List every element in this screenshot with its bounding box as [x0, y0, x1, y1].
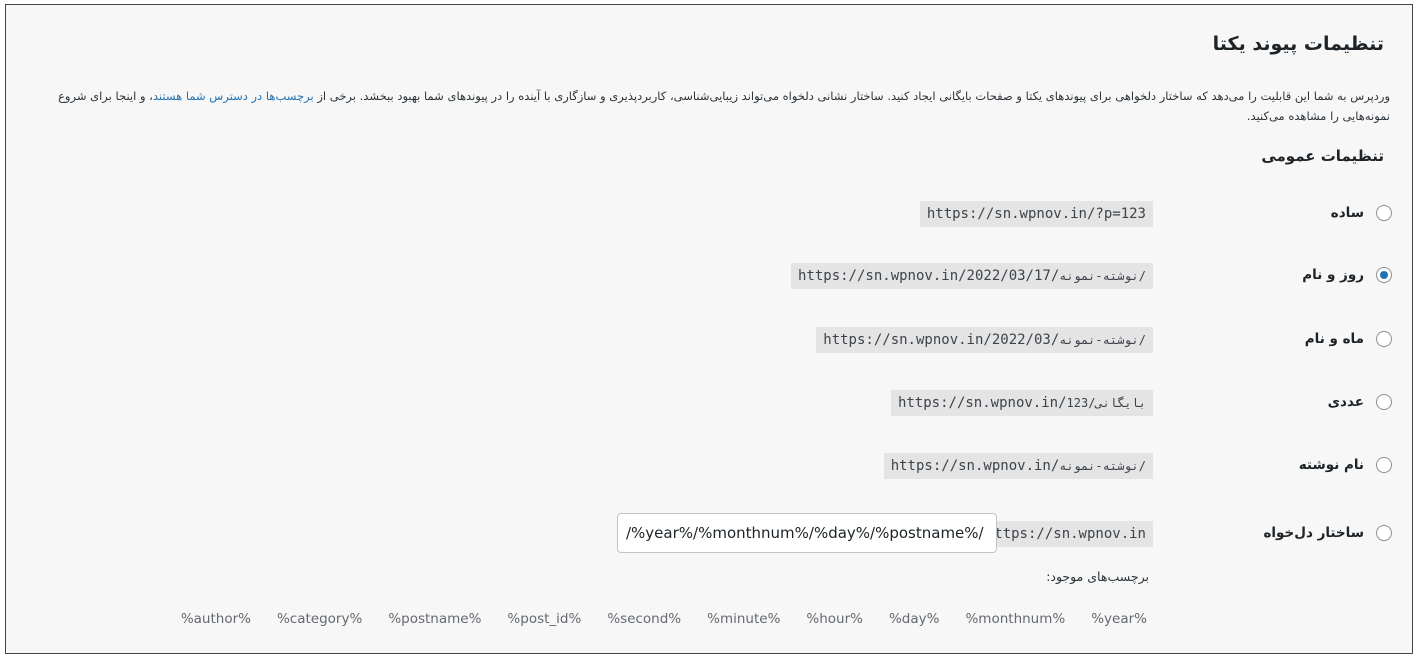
url-main: https://sn.wpnov.in — [985, 526, 1146, 542]
radio-plain[interactable] — [1376, 205, 1392, 221]
option-row-day-name: روز و نام https://sn.wpnov.in/2022/03/17… — [6, 263, 1414, 289]
option-label-plain: ساده — [1330, 205, 1364, 221]
option-row-numeric: عددی https://sn.wpnov.in/بایگانی/123 — [6, 390, 1414, 416]
radio-month-name[interactable] — [1376, 331, 1392, 347]
tag-author[interactable]: %author% — [181, 611, 251, 627]
page-title: تنظیمات پیوند یکتا — [1212, 33, 1384, 55]
page-description: وردپرس به شما این قابلیت را می‌دهد که سا… — [30, 86, 1390, 126]
example-url-post-name: https://sn.wpnov.in/نوشته-نمونه/ — [883, 453, 1153, 479]
option-label-numeric: عددی — [1327, 394, 1364, 410]
option-label-post-name: نام نوشته — [1298, 457, 1364, 473]
tag-hour[interactable]: %hour% — [806, 611, 863, 627]
option-row-month-name: ماه و نام https://sn.wpnov.in/2022/03/نو… — [6, 327, 1414, 353]
available-tags-list: %year% %monthnum% %day% %hour% %minute% %seco… — [181, 608, 1147, 627]
available-tags-link[interactable]: برچسب‌ها در دسترس شما هستند — [153, 89, 314, 103]
option-label-month-name: ماه و نام — [1304, 331, 1364, 347]
url-main: https://sn.wpnov.in/ — [890, 458, 1060, 474]
tag-day[interactable]: %day% — [889, 611, 940, 627]
option-label-custom: ساختار دل‌خواه — [1263, 525, 1364, 541]
available-tags-label: برچسب‌های موجود: — [1046, 569, 1149, 584]
radio-custom[interactable] — [1376, 525, 1392, 541]
url-sample-slug: نوشته-نمونه/ — [1059, 459, 1146, 473]
tag-category[interactable]: %category% — [277, 611, 362, 627]
option-row-post-name: نام نوشته https://sn.wpnov.in/نوشته-نمون… — [6, 453, 1414, 479]
radio-post-name[interactable] — [1376, 457, 1392, 473]
url-main: https://sn.wpnov.in/2022/03/ — [823, 332, 1060, 348]
option-label-day-name: روز و نام — [1302, 267, 1364, 283]
tag-year[interactable]: %year% — [1091, 611, 1147, 627]
example-url-day-name: https://sn.wpnov.in/2022/03/17/نوشته-نمو… — [790, 263, 1153, 289]
example-url-plain: https://sn.wpnov.in/?p=123 — [919, 201, 1153, 227]
tag-minute[interactable]: %minute% — [707, 611, 780, 627]
url-main: https://sn.wpnov.in/2022/03/17/ — [797, 268, 1060, 284]
example-url-month-name: https://sn.wpnov.in/2022/03/نوشته-نمونه/ — [816, 327, 1153, 353]
url-archive-id: بایگانی/123 — [1066, 396, 1146, 410]
permalink-settings-panel: تنظیمات پیوند یکتا وردپرس به شما این قاب… — [5, 4, 1413, 654]
tag-second[interactable]: %second% — [607, 611, 681, 627]
option-row-custom: ساختار دل‌خواه https://sn.wpnov.in — [6, 513, 1414, 553]
radio-numeric[interactable] — [1376, 394, 1392, 410]
description-text-1: وردپرس به شما این قابلیت را می‌دهد که سا… — [313, 89, 1390, 103]
url-main: https://sn.wpnov.in/?p=123 — [926, 206, 1146, 222]
tag-monthnum[interactable]: %monthnum% — [965, 611, 1065, 627]
url-sample-slug: نوشته-نمونه/ — [1059, 333, 1146, 347]
general-settings-heading: تنظیمات عمومی — [1261, 147, 1384, 165]
url-main: https://sn.wpnov.in/ — [897, 395, 1067, 411]
tag-post-id[interactable]: %post_id% — [507, 611, 581, 627]
custom-structure-input[interactable] — [617, 513, 997, 553]
custom-url-base: https://sn.wpnov.in — [978, 521, 1153, 547]
option-row-plain: ساده https://sn.wpnov.in/?p=123 — [6, 201, 1414, 227]
example-url-numeric: https://sn.wpnov.in/بایگانی/123 — [890, 390, 1153, 416]
url-sample-slug: نوشته-نمونه/ — [1059, 269, 1146, 283]
radio-day-name[interactable] — [1376, 267, 1392, 283]
tag-postname[interactable]: %postname% — [388, 611, 481, 627]
